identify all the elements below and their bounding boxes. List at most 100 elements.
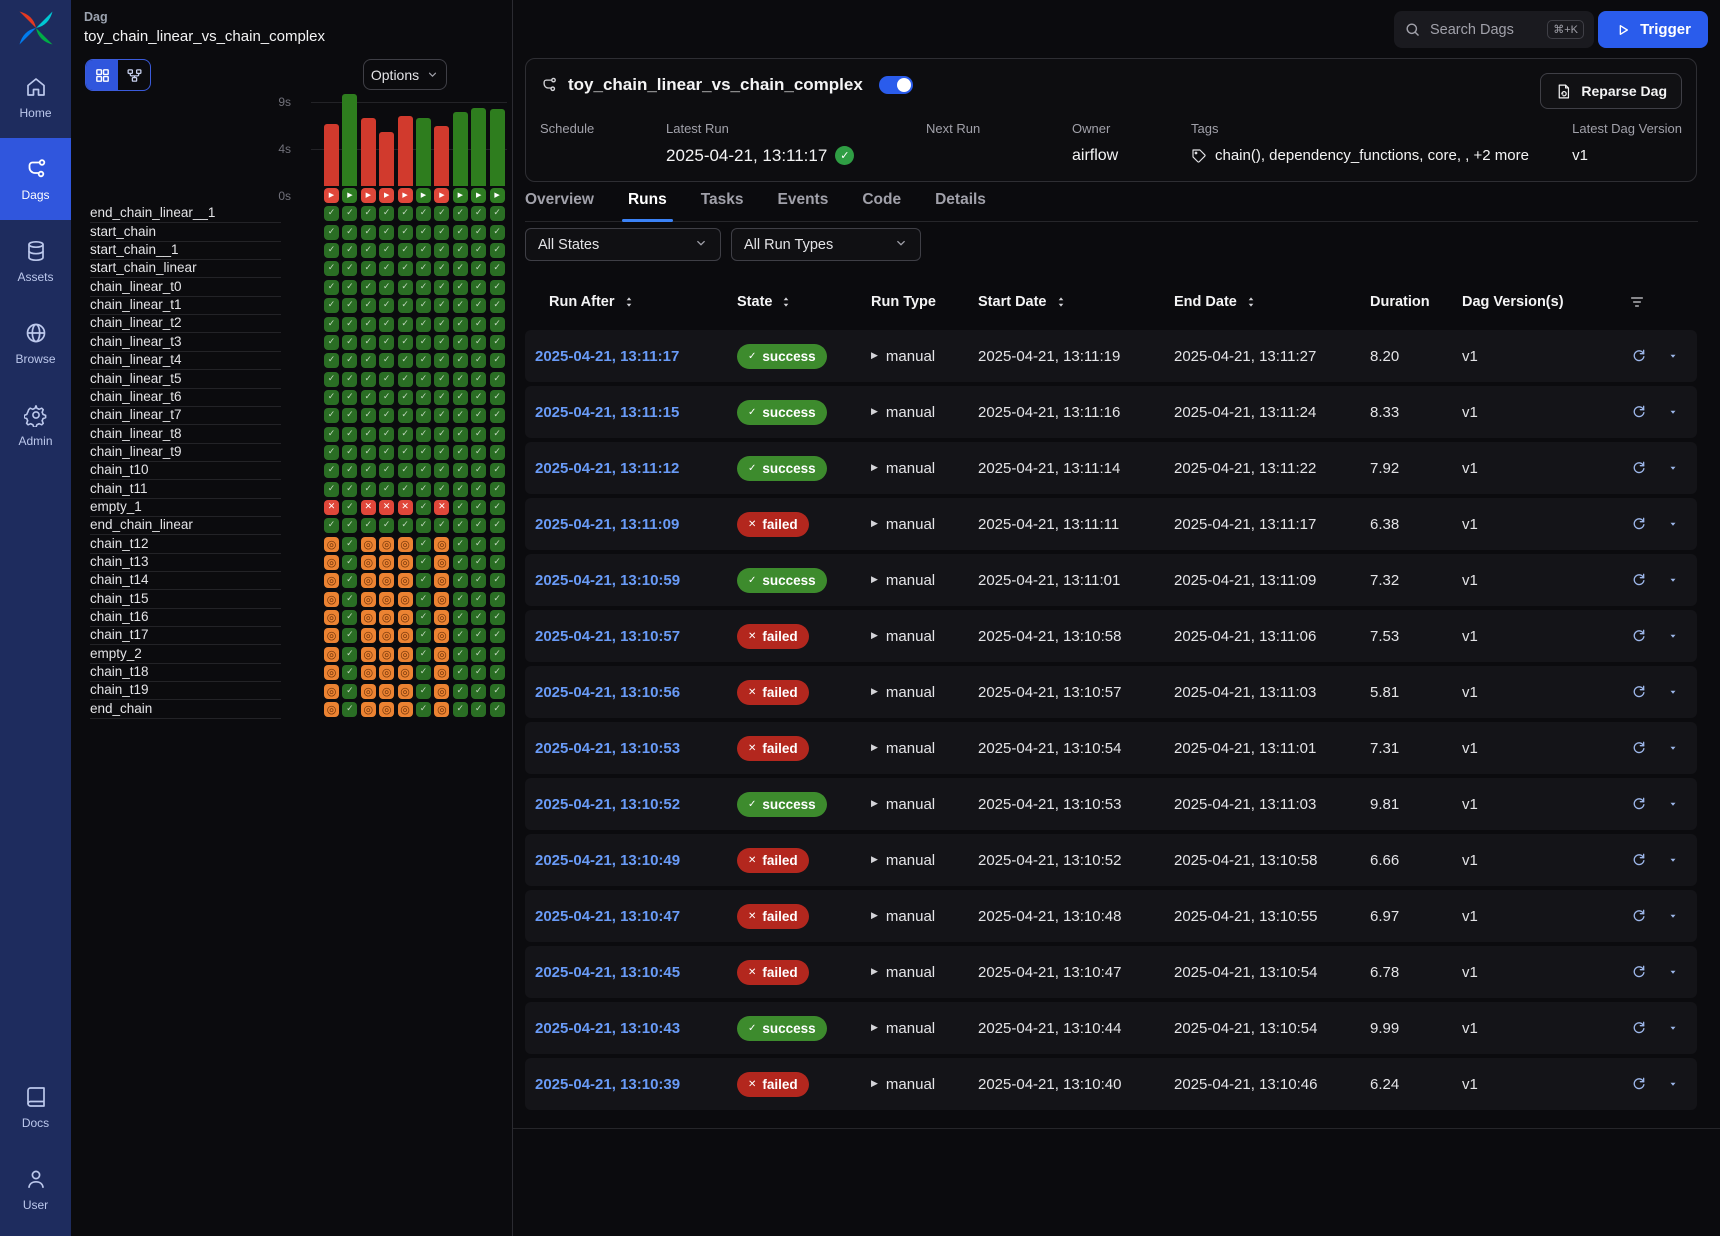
task-instance-square[interactable]: ✓ [490,445,505,460]
task-instance-square[interactable]: ✓ [453,408,468,423]
row-menu-caret[interactable] [1667,798,1679,810]
task-instance-square[interactable]: ✓ [416,261,431,276]
task-instance-square[interactable]: ◎ [379,647,394,662]
task-instance-square[interactable]: ✓ [453,427,468,442]
task-instance-square[interactable]: ✓ [490,482,505,497]
task-instance-square[interactable]: ✓ [490,537,505,552]
row-menu-caret[interactable] [1667,518,1679,530]
task-instance-square[interactable]: ◎ [361,684,376,699]
tab-runs[interactable]: Runs [628,188,667,221]
task-instance-square[interactable]: ✓ [324,280,339,295]
task-instance-square[interactable]: ✓ [490,225,505,240]
task-instance-square[interactable]: ✓ [490,280,505,295]
run-duration-bar[interactable] [398,116,413,186]
sidebar-item-browse[interactable]: Browse [0,302,71,384]
task-instance-square[interactable]: ✓ [453,518,468,533]
task-label[interactable]: chain_t12 [90,536,281,554]
task-instance-square[interactable]: ✓ [453,463,468,478]
task-instance-square[interactable]: ✓ [453,353,468,368]
task-instance-square[interactable]: ✓ [379,372,394,387]
task-instance-square[interactable]: ✓ [361,353,376,368]
task-instance-square[interactable]: ✓ [490,592,505,607]
task-instance-square[interactable]: ◎ [379,610,394,625]
task-instance-square[interactable]: ◎ [361,647,376,662]
task-instance-square[interactable]: ✓ [434,518,449,533]
run-header-square[interactable]: ▶ [324,188,339,203]
task-label[interactable]: end_chain_linear [90,517,281,535]
task-instance-square[interactable]: ◎ [361,702,376,717]
task-instance-square[interactable]: ✓ [490,610,505,625]
task-instance-square[interactable]: ◎ [324,573,339,588]
column-header-state[interactable]: State [737,294,871,310]
task-instance-square[interactable]: ✓ [490,665,505,680]
task-instance-square[interactable]: ◎ [379,592,394,607]
task-instance-square[interactable]: ✓ [490,206,505,221]
task-instance-square[interactable]: ✓ [416,537,431,552]
task-instance-square[interactable]: ✓ [361,390,376,405]
task-instance-square[interactable]: ✓ [398,408,413,423]
task-instance-square[interactable]: ✓ [398,280,413,295]
clear-run-button[interactable] [1631,460,1647,476]
task-instance-square[interactable]: ◎ [434,537,449,552]
row-menu-caret[interactable] [1667,1078,1679,1090]
task-instance-square[interactable]: ✓ [453,482,468,497]
task-instance-square[interactable]: ◎ [434,573,449,588]
task-instance-square[interactable]: ✓ [342,353,357,368]
task-instance-square[interactable]: ✓ [416,573,431,588]
task-instance-square[interactable]: ◎ [434,702,449,717]
task-instance-square[interactable]: ✓ [398,482,413,497]
task-instance-square[interactable]: ✓ [490,628,505,643]
task-instance-square[interactable]: ✓ [398,445,413,460]
task-instance-square[interactable]: ◎ [324,665,339,680]
task-instance-square[interactable]: ◎ [361,573,376,588]
task-instance-square[interactable]: ✓ [379,317,394,332]
task-instance-square[interactable]: ✓ [324,353,339,368]
task-label[interactable]: chain_linear_t5 [90,371,281,389]
task-instance-square[interactable]: ◎ [324,555,339,570]
task-instance-square[interactable]: ✓ [416,482,431,497]
task-instance-square[interactable]: ✓ [342,261,357,276]
task-instance-square[interactable]: ✓ [471,592,486,607]
task-label[interactable]: chain_linear_t9 [90,444,281,462]
task-label[interactable]: chain_t16 [90,609,281,627]
task-instance-square[interactable]: ✓ [398,372,413,387]
task-instance-square[interactable]: ✓ [471,353,486,368]
task-instance-square[interactable]: ✓ [490,353,505,368]
task-instance-square[interactable]: ✓ [361,206,376,221]
airflow-logo-icon[interactable] [14,6,58,50]
task-label[interactable]: empty_2 [90,646,281,664]
task-label[interactable]: chain_linear_t6 [90,389,281,407]
task-instance-square[interactable]: ✓ [342,372,357,387]
run-header-square[interactable]: ▶ [453,188,468,203]
task-instance-square[interactable]: ◎ [398,537,413,552]
task-instance-square[interactable]: ◎ [361,555,376,570]
task-instance-square[interactable]: ✓ [453,372,468,387]
task-instance-square[interactable]: ✓ [453,628,468,643]
task-instance-square[interactable]: ✓ [453,647,468,662]
task-instance-square[interactable]: ✓ [342,445,357,460]
task-instance-square[interactable]: ◎ [324,537,339,552]
sort-icon[interactable] [779,295,793,309]
task-instance-square[interactable]: ✓ [416,518,431,533]
task-instance-square[interactable]: ✓ [398,353,413,368]
task-instance-square[interactable]: ✓ [416,280,431,295]
task-instance-square[interactable]: ✓ [398,225,413,240]
run-duration-bar[interactable] [324,124,339,186]
task-instance-square[interactable]: ✓ [471,665,486,680]
task-instance-square[interactable]: ✓ [342,335,357,350]
clear-run-button[interactable] [1631,684,1647,700]
sort-icon[interactable] [1244,295,1258,309]
task-instance-square[interactable]: ✓ [471,372,486,387]
task-instance-square[interactable]: ✓ [453,280,468,295]
task-instance-square[interactable]: ✓ [379,518,394,533]
task-label[interactable]: chain_t14 [90,572,281,590]
task-label[interactable]: chain_t13 [90,554,281,572]
tab-events[interactable]: Events [778,188,829,221]
task-instance-square[interactable]: ✓ [471,280,486,295]
task-instance-square[interactable]: ✓ [434,317,449,332]
sidebar-item-home[interactable]: Home [0,56,71,138]
task-instance-square[interactable]: ✓ [342,573,357,588]
clear-run-button[interactable] [1631,796,1647,812]
sidebar-item-dags[interactable]: Dags [0,138,71,220]
task-instance-square[interactable]: ◎ [398,555,413,570]
